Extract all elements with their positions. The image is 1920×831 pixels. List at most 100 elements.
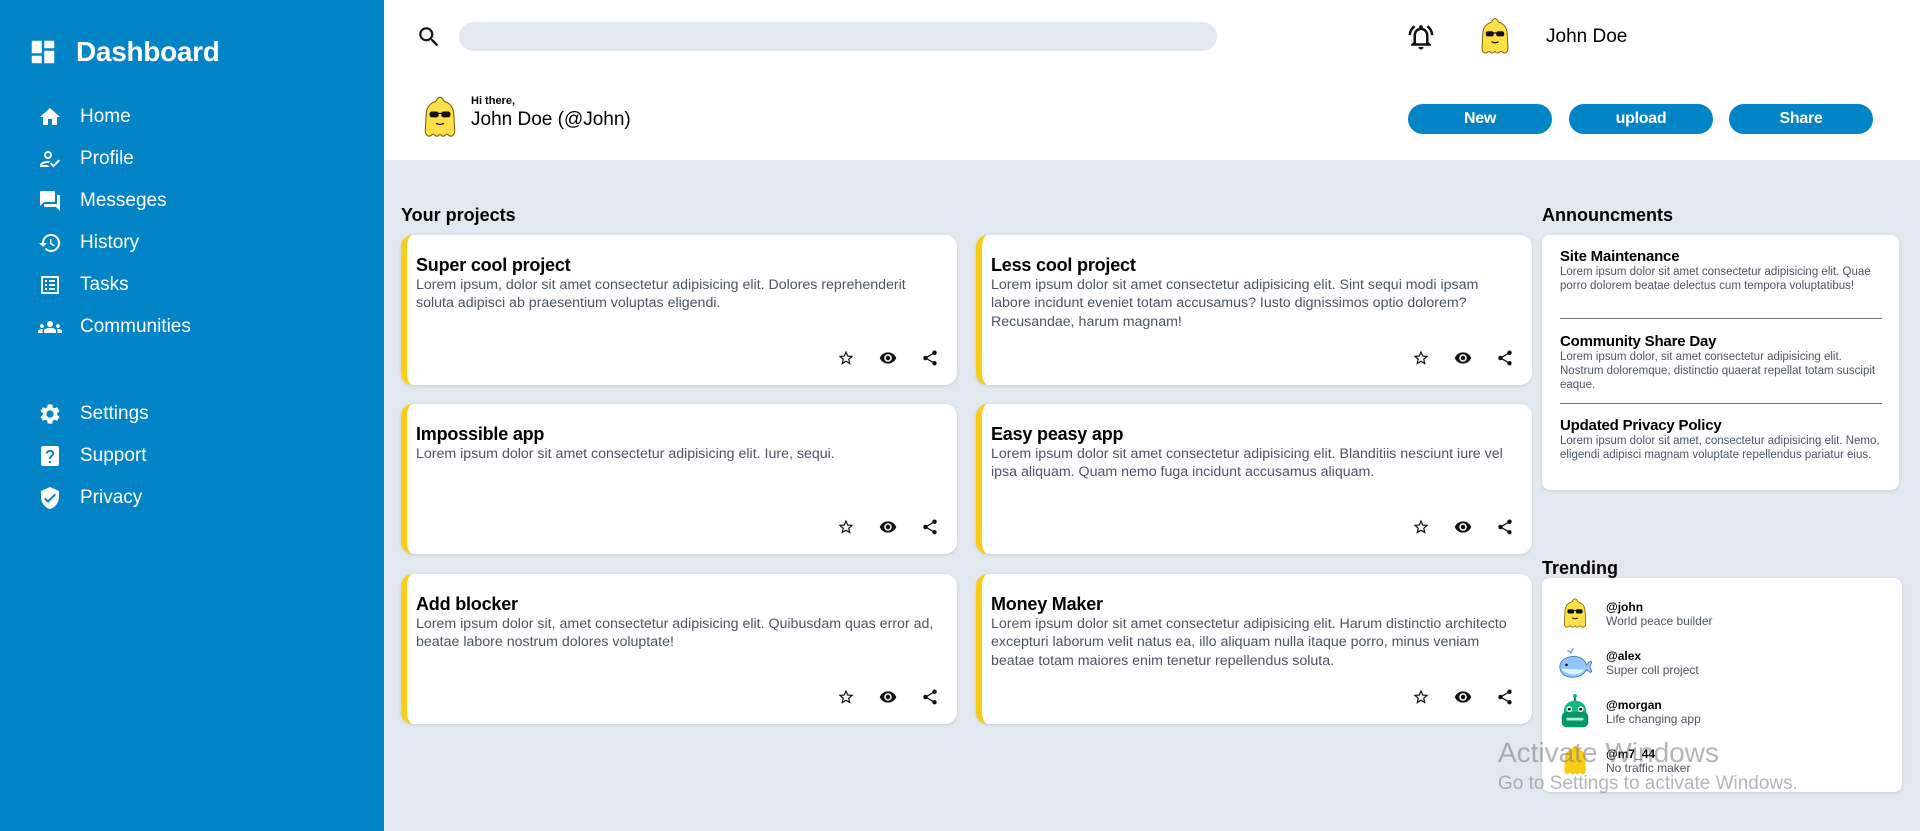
user-avatar[interactable] [1472,14,1518,60]
announcements-panel: Site Maintenance Lorem ipsum dolor sit a… [1542,235,1899,490]
sidebar-item-home[interactable]: Home [38,96,191,138]
history-icon [39,233,61,252]
star-icon[interactable] [837,349,855,367]
dashboard-icon [31,40,55,64]
shield-icon [41,487,59,509]
star-icon[interactable] [837,518,855,536]
project-card[interactable]: Super cool project Lorem ipsum, dolor si… [401,235,957,385]
share-icon[interactable] [921,518,939,536]
announcement-item[interactable]: Updated Privacy Policy Lorem ipsum dolor… [1560,417,1882,462]
project-title: Add blocker [416,594,518,614]
project-description: Lorem ipsum dolor sit amet consectetur a… [416,446,835,462]
sidebar-item-tasks[interactable]: Tasks [38,264,191,306]
sidebar-item-label: Messeges [80,190,167,211]
project-description: Lorem ipsum, dolor sit amet consectetur … [416,277,906,312]
project-title: Less cool project [991,255,1136,275]
bell-icon[interactable] [1406,22,1436,52]
project-description: Lorem ipsum dolor sit amet consectetur a… [991,277,1479,330]
sidebar-item-messages[interactable]: Messeges [38,180,191,222]
share-icon[interactable] [1496,349,1514,367]
sidebar-item-label: Settings [80,403,149,424]
project-card[interactable]: Add blocker Lorem ipsum dolor sit, amet … [401,574,957,724]
trending-item[interactable]: @john World peace builder [1556,592,1713,636]
brand-title: Dashboard [76,36,220,67]
brand[interactable]: Dashboard [28,36,220,68]
divider [1560,403,1882,404]
project-title: Impossible app [416,424,545,444]
user-name[interactable]: John Doe [1546,26,1627,48]
sidebar-item-history[interactable]: History [38,222,191,264]
watermark-title: Activate Windows [1498,737,1719,768]
sidebar-nav-secondary: Settings Support Privacy [38,393,149,519]
trending-tagline: World peace builder [1606,614,1713,628]
sidebar-item-settings[interactable]: Settings [38,393,149,435]
announcement-item[interactable]: Site Maintenance Lorem ipsum dolor sit a… [1560,248,1882,293]
search-icon[interactable] [416,24,442,50]
gear-icon [40,404,60,424]
messages-icon [40,191,60,211]
trending-handle: @alex [1606,649,1642,663]
new-button[interactable]: New [1408,104,1552,134]
trending-item[interactable]: @alex Super coll project [1556,641,1699,685]
announcement-title: Community Share Day [1560,333,1717,350]
sidebar-item-label: History [80,232,140,253]
project-description: Lorem ipsum dolor sit, amet consectetur … [416,616,934,651]
star-icon[interactable] [837,688,855,706]
trending-handle: @morgan [1606,698,1662,712]
sidebar-item-label: Communities [80,316,191,337]
sidebar-item-profile[interactable]: Profile [38,138,191,180]
projects-heading: Your projects [401,205,516,225]
sidebar-item-label: Privacy [80,487,143,508]
watch-icon[interactable] [1454,688,1472,706]
share-icon[interactable] [921,688,939,706]
sidebar-item-label: Profile [80,148,134,169]
project-title: Money Maker [991,594,1103,614]
whale-avatar [1559,648,1593,678]
project-card[interactable]: Money Maker Lorem ipsum dolor sit amet c… [976,574,1532,724]
help-icon [41,446,59,466]
sidebar-item-communities[interactable]: Communities [38,306,191,348]
yellow-sunglasses-avatar [1563,598,1587,628]
project-card[interactable]: Less cool project Lorem ipsum dolor sit … [976,235,1532,385]
greeting-small: Hi there, [471,95,516,107]
project-description: Lorem ipsum dolor sit amet consectetur a… [991,446,1503,481]
project-title: Super cool project [416,255,571,275]
sidebar-item-label: Home [80,106,131,127]
green-robot-avatar [1561,693,1589,728]
communities-icon [38,321,62,333]
header: John Doe Hi there, John Doe (@John) New … [384,0,1920,160]
share-icon[interactable] [1496,688,1514,706]
announcement-title: Site Maintenance [1560,248,1680,265]
greeting-name: John Doe (@John) [471,109,631,130]
announcement-title: Updated Privacy Policy [1560,417,1722,434]
announcements-heading: Announcments [1542,205,1674,225]
watch-icon[interactable] [1454,349,1472,367]
star-icon[interactable] [1412,349,1430,367]
watch-icon[interactable] [879,349,897,367]
star-icon[interactable] [1412,688,1430,706]
upload-button[interactable]: upload [1569,104,1713,134]
project-card[interactable]: Impossible app Lorem ipsum dolor sit ame… [401,404,957,554]
sidebar-item-support[interactable]: Support [38,435,149,477]
sidebar-item-privacy[interactable]: Privacy [38,477,149,519]
share-button[interactable]: Share [1729,104,1873,134]
announcement-body: Lorem ipsum dolor sit amet, consectetur … [1560,435,1880,461]
project-description: Lorem ipsum dolor sit amet consectetur a… [991,616,1507,669]
share-icon[interactable] [921,349,939,367]
announcement-body: Lorem ipsum dolor sit amet consectetur a… [1560,266,1871,292]
watch-icon[interactable] [879,688,897,706]
announcement-body: Lorem ipsum dolor, sit amet consectetur … [1560,351,1876,391]
watch-icon[interactable] [879,518,897,536]
trending-heading: Trending [1542,558,1618,578]
home-icon [40,108,60,125]
announcement-item[interactable]: Community Share Day Lorem ipsum dolor, s… [1560,333,1882,392]
watch-icon[interactable] [1454,518,1472,536]
project-card[interactable]: Easy peasy app Lorem ipsum dolor sit ame… [976,404,1532,554]
profile-avatar [424,96,456,137]
tasks-icon [41,276,59,294]
share-icon[interactable] [1496,518,1514,536]
star-icon[interactable] [1412,518,1430,536]
activation-watermark: Activate Windows Go to Settings to activ… [1498,737,1798,795]
trending-item[interactable]: @morgan Life changing app [1556,690,1701,734]
search-input[interactable] [459,22,1217,51]
